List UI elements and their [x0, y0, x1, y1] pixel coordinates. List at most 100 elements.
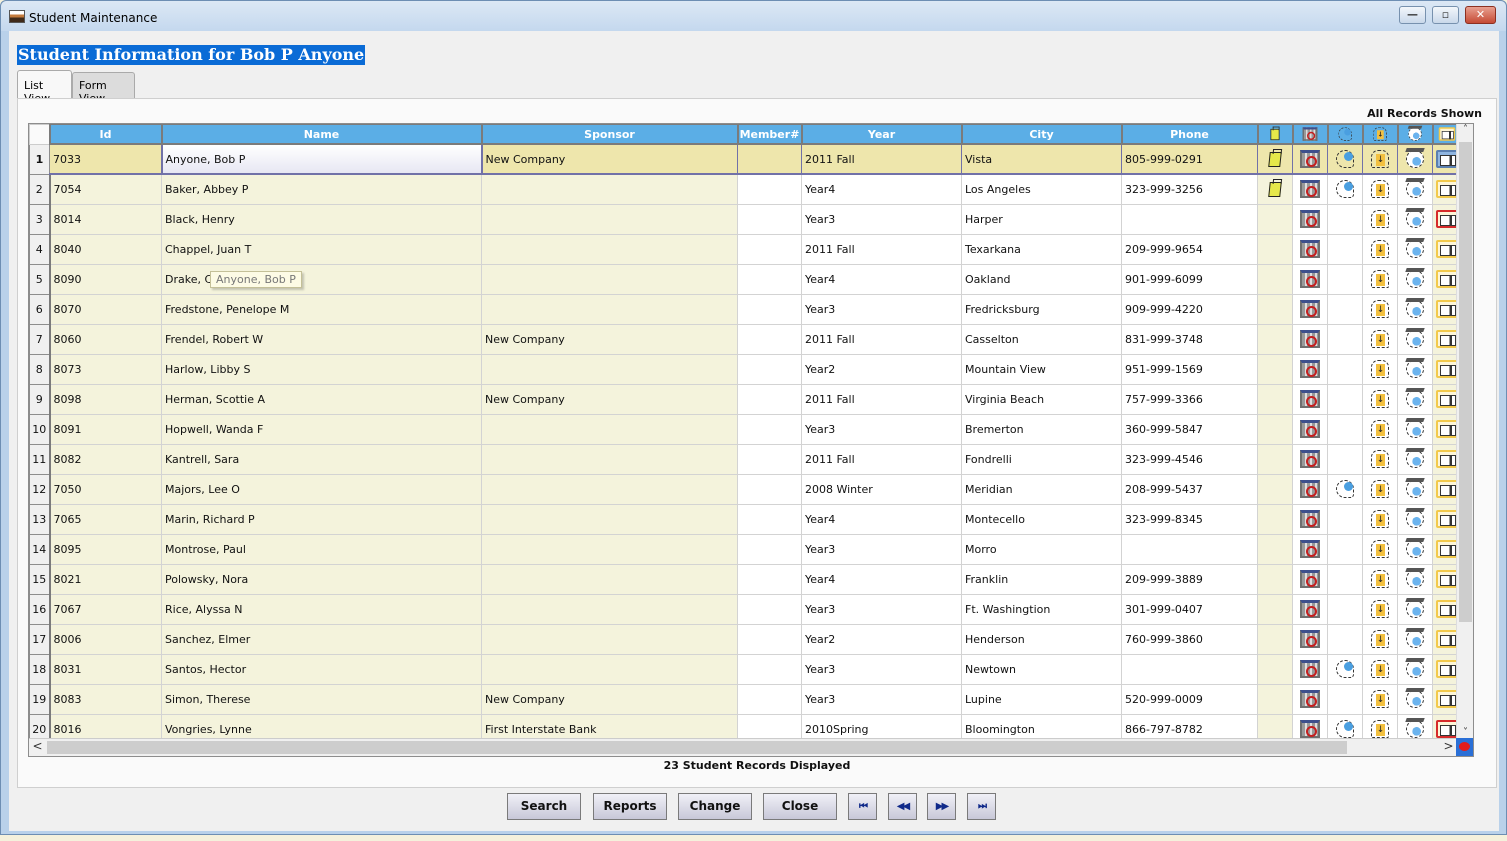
- graduation-icon[interactable]: [1406, 420, 1424, 438]
- sponsor-cell[interactable]: New Company: [481, 383, 738, 415]
- table-row[interactable]: 3 8014 Black, Henry Year3 Harper: [29, 203, 1461, 235]
- enrollment-icon[interactable]: [1371, 210, 1389, 228]
- minimize-button[interactable]: —: [1399, 6, 1426, 24]
- graduation-cell[interactable]: [1397, 203, 1433, 235]
- graduation-icon[interactable]: [1406, 510, 1424, 528]
- calendar-cell[interactable]: [1292, 233, 1328, 265]
- row-number[interactable]: 10: [29, 413, 51, 445]
- member-cell[interactable]: [737, 593, 802, 625]
- notes-cell[interactable]: [1257, 593, 1293, 625]
- phone-cell[interactable]: 208-999-5437: [1121, 473, 1258, 505]
- year-cell[interactable]: Year3: [801, 683, 962, 715]
- city-cell[interactable]: Montecello: [961, 503, 1122, 535]
- calendar-icon[interactable]: [1300, 210, 1320, 228]
- sponsor-cell[interactable]: [481, 233, 738, 265]
- name-cell[interactable]: Rice, Alyssa N: [161, 593, 482, 625]
- calendar-icon[interactable]: [1300, 180, 1320, 199]
- enrollment-icon[interactable]: [1371, 360, 1389, 378]
- contact-cell[interactable]: [1327, 563, 1363, 595]
- card-icon[interactable]: [1435, 540, 1458, 558]
- year-cell[interactable]: 2011 Fall: [801, 323, 962, 355]
- calendar-icon[interactable]: [1300, 720, 1320, 738]
- enrollment-icon[interactable]: [1371, 450, 1389, 468]
- name-cell[interactable]: Herman, Scottie A: [161, 383, 482, 415]
- row-number[interactable]: 5: [29, 263, 51, 295]
- year-cell[interactable]: 2011 Fall: [801, 383, 962, 415]
- graduation-cell[interactable]: [1397, 233, 1433, 265]
- sponsor-cell[interactable]: [481, 653, 738, 685]
- row-number[interactable]: 11: [29, 443, 51, 475]
- city-cell[interactable]: Harper: [961, 203, 1122, 235]
- card-icon[interactable]: [1435, 720, 1458, 738]
- calendar-icon[interactable]: [1300, 300, 1320, 318]
- card-icon[interactable]: [1435, 300, 1458, 318]
- row-number[interactable]: 7: [29, 323, 51, 355]
- enrollment-cell[interactable]: [1362, 323, 1398, 355]
- contact-cell[interactable]: [1327, 473, 1363, 505]
- notes-cell[interactable]: [1257, 233, 1293, 265]
- phone-cell[interactable]: 520-999-0009: [1121, 683, 1258, 715]
- city-cell[interactable]: Mountain View: [961, 353, 1122, 385]
- table-row[interactable]: 6 8070 Fredstone, Penelope M Year3 Fredricks…: [29, 293, 1461, 325]
- notes-cell[interactable]: [1257, 203, 1293, 235]
- member-cell[interactable]: [737, 143, 802, 175]
- id-cell[interactable]: 8073: [49, 353, 162, 385]
- contact-icon[interactable]: [1336, 660, 1354, 678]
- enrollment-icon[interactable]: [1371, 480, 1389, 498]
- graduation-icon[interactable]: [1406, 150, 1424, 168]
- city-cell[interactable]: Morro: [961, 533, 1122, 565]
- card-icon[interactable]: [1435, 570, 1458, 588]
- calendar-icon[interactable]: [1300, 660, 1320, 678]
- last-record-button[interactable]: ⏭: [967, 793, 996, 820]
- enrollment-icon[interactable]: [1371, 150, 1389, 168]
- graduation-icon[interactable]: [1406, 690, 1424, 708]
- enrollment-cell[interactable]: [1362, 383, 1398, 415]
- enrollment-cell[interactable]: [1362, 503, 1398, 535]
- sponsor-cell[interactable]: New Company: [481, 323, 738, 355]
- scroll-right-icon[interactable]: >: [1440, 739, 1457, 753]
- row-number[interactable]: 9: [29, 383, 51, 415]
- close-button[interactable]: Close: [763, 793, 837, 820]
- contact-cell[interactable]: [1327, 443, 1363, 475]
- phone-cell[interactable]: 760-999-3860: [1121, 623, 1258, 655]
- enrollment-icon[interactable]: [1371, 510, 1389, 528]
- graduation-icon[interactable]: [1406, 330, 1424, 348]
- phone-cell[interactable]: 805-999-0291: [1121, 143, 1258, 175]
- graduation-icon[interactable]: [1406, 450, 1424, 468]
- calendar-cell[interactable]: [1292, 473, 1328, 505]
- column-header-year[interactable]: Year: [800, 124, 963, 145]
- row-number[interactable]: 13: [29, 503, 51, 535]
- card-icon[interactable]: [1435, 240, 1458, 258]
- id-cell[interactable]: 7050: [49, 473, 162, 505]
- year-cell[interactable]: 2011 Fall: [801, 443, 962, 475]
- graduation-icon[interactable]: [1406, 720, 1424, 738]
- graduation-cell[interactable]: [1397, 503, 1433, 535]
- graduation-cell[interactable]: [1397, 143, 1433, 175]
- member-cell[interactable]: [737, 503, 802, 535]
- contact-icon[interactable]: [1336, 720, 1354, 738]
- row-number[interactable]: 14: [29, 533, 51, 565]
- sponsor-cell[interactable]: [481, 563, 738, 595]
- notes-cell[interactable]: [1257, 533, 1293, 565]
- contact-cell[interactable]: [1327, 683, 1363, 715]
- enrollment-cell[interactable]: [1362, 143, 1398, 175]
- phone-cell[interactable]: [1121, 203, 1258, 235]
- calendar-cell[interactable]: [1292, 503, 1328, 535]
- city-cell[interactable]: Fredricksburg: [961, 293, 1122, 325]
- contact-icon[interactable]: [1336, 150, 1354, 168]
- sponsor-cell[interactable]: [481, 293, 738, 325]
- calendar-icon[interactable]: [1300, 480, 1320, 498]
- calendar-icon[interactable]: [1300, 510, 1320, 528]
- column-header-contact[interactable]: [1326, 124, 1364, 145]
- calendar-cell[interactable]: [1292, 293, 1328, 325]
- member-cell[interactable]: [737, 443, 802, 475]
- phone-cell[interactable]: [1121, 533, 1258, 565]
- phone-cell[interactable]: 757-999-3366: [1121, 383, 1258, 415]
- graduation-cell[interactable]: [1397, 653, 1433, 685]
- reports-button[interactable]: Reports: [593, 793, 667, 820]
- graduation-icon[interactable]: [1406, 540, 1424, 558]
- contact-cell[interactable]: [1327, 233, 1363, 265]
- enrollment-cell[interactable]: [1362, 443, 1398, 475]
- card-icon[interactable]: [1435, 360, 1458, 378]
- row-number[interactable]: 3: [29, 203, 51, 235]
